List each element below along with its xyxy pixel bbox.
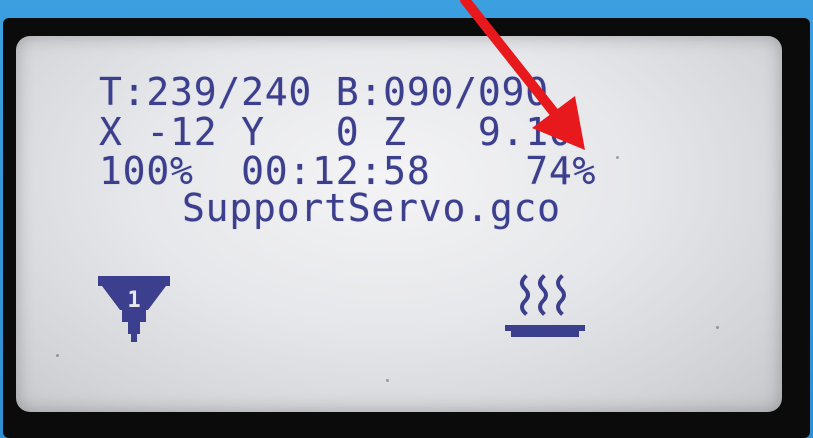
dust-speck bbox=[56, 354, 59, 357]
dust-speck bbox=[386, 379, 389, 382]
dust-speck bbox=[716, 326, 719, 329]
lcd-screen: T:239/240 B:090/090 X -12 Y 0 Z 9.10 100… bbox=[16, 36, 782, 412]
temperature-line: T:239/240 B:090/090 bbox=[99, 70, 549, 114]
position-line: X -12 Y 0 Z 9.10 bbox=[99, 110, 573, 154]
dust-speck bbox=[616, 156, 619, 159]
extruder-number: 1 bbox=[127, 288, 140, 313]
heated-bed-icon bbox=[505, 274, 585, 337]
filename-line: SupportServo.gco bbox=[182, 186, 561, 230]
photo-frame: T:239/240 B:090/090 X -12 Y 0 Z 9.10 100… bbox=[0, 0, 813, 438]
extruder-icon: 1 bbox=[98, 276, 170, 342]
